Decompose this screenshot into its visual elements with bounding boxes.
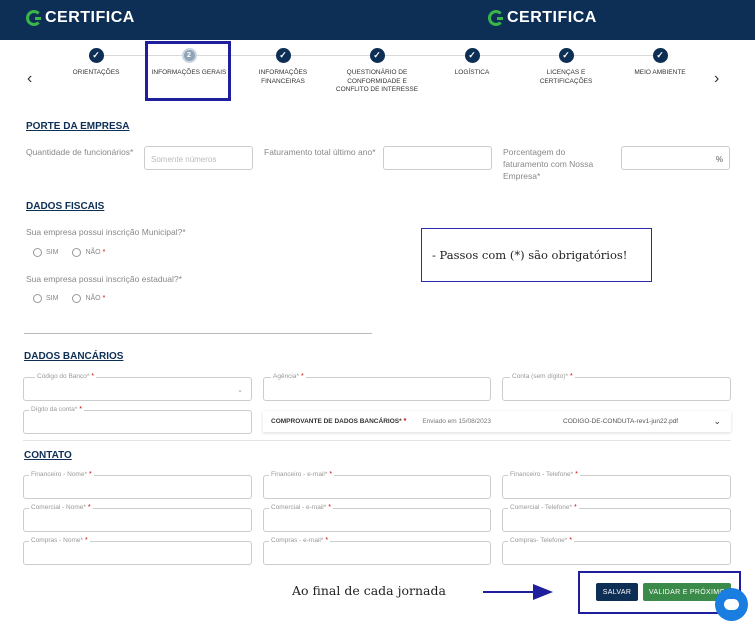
chevron-down-icon: ⌄: [237, 387, 243, 394]
chat-bubble-icon: [724, 599, 739, 610]
section-title-bancarios: DADOS BANCÁRIOS: [24, 351, 124, 362]
step-label: QUESTIONÁRIO DE CONFORMIDADE E CONFLITO …: [335, 69, 419, 93]
faturamento-input[interactable]: [383, 146, 492, 170]
financeiro-telefone-input[interactable]: [502, 475, 731, 499]
comercial-nome-input[interactable]: [23, 508, 252, 532]
step-label: LOGÍSTICA: [454, 69, 490, 76]
comercial-telefone-label: Comercial - Telefone* *: [508, 504, 579, 511]
step-orientacoes[interactable]: ✓ ORIENTAÇÕES: [51, 48, 141, 78]
compras-telefone-label: Compras- Telefone* *: [508, 537, 575, 544]
step-label: INFORMAÇÕES FINANCEIRAS: [258, 69, 308, 85]
porcentagem-input[interactable]: %: [621, 146, 730, 170]
check-icon: ✓: [464, 48, 480, 63]
step-meio-ambiente[interactable]: ✓ MEIO AMBIENTE: [615, 48, 705, 78]
digito-conta-label: Dígito da conta* *: [29, 406, 84, 413]
financeiro-nome-label: Financeiro - Nome* *: [29, 471, 94, 478]
radio-nao[interactable]: [72, 294, 82, 303]
radio-nao[interactable]: [72, 248, 82, 257]
chat-icon[interactable]: [715, 588, 748, 621]
check-icon: ✓: [275, 48, 291, 63]
section-title-contato: CONTATO: [24, 450, 72, 461]
comercial-nome-label: Comercial - Nome* *: [29, 504, 93, 511]
inscricao-estadual-label: Sua empresa possui inscrição estadual?*: [26, 274, 182, 284]
certifica-logo-icon: [26, 10, 42, 26]
financeiro-email-label: Financeiro - e-mail* *: [269, 471, 335, 478]
step-licencas[interactable]: ✓ LICENÇAS E CERTIFICAÇÕES: [521, 48, 611, 86]
certifica-logo-icon: [488, 10, 504, 26]
arrow-right-icon: [533, 584, 553, 600]
divider: [24, 333, 372, 334]
chevron-down-icon[interactable]: ⌄: [713, 416, 721, 427]
step-questionario[interactable]: ✓ QUESTIONÁRIO DE CONFORMIDADE E CONFLIT…: [332, 48, 422, 95]
inscricao-estadual-options: SIM NÃO *: [33, 294, 105, 303]
step-logistica[interactable]: ✓ LOGÍSTICA: [427, 48, 517, 78]
step-label: MEIO AMBIENTE: [634, 69, 686, 76]
logo-center: CERTIFICA: [488, 9, 597, 27]
check-icon: ✓: [558, 48, 574, 63]
check-icon: ✓: [369, 48, 385, 63]
funcionarios-input[interactable]: Somente números: [144, 146, 253, 170]
logo-left: CERTIFICA: [26, 9, 135, 27]
stepper: ‹ › ✓ ORIENTAÇÕES 2 INFORMAÇÕES GERAIS ✓…: [22, 40, 737, 108]
conta-label: Conta (sem dígito)* *: [510, 373, 575, 380]
agencia-label: Agência* *: [271, 373, 306, 380]
highlight-box-current-step: [145, 41, 231, 101]
step-label: ORIENTAÇÕES: [72, 69, 120, 76]
radio-sim[interactable]: [33, 294, 42, 303]
compras-telefone-input[interactable]: [502, 541, 731, 565]
comercial-email-input[interactable]: [263, 508, 491, 532]
check-icon: ✓: [652, 48, 668, 63]
prev-arrow-icon[interactable]: ‹: [27, 70, 32, 88]
digito-conta-input[interactable]: [23, 410, 252, 434]
radio-sim[interactable]: [33, 248, 42, 257]
conta-input[interactable]: [502, 377, 731, 401]
comercial-telefone-input[interactable]: [502, 508, 731, 532]
next-arrow-icon[interactable]: ›: [714, 70, 719, 88]
agencia-input[interactable]: [263, 377, 491, 401]
financeiro-nome-input[interactable]: [23, 475, 252, 499]
comprovante-upload-row[interactable]: COMPROVANTE DE DADOS BANCÁRIOS* * Enviado…: [263, 411, 731, 432]
divider: [23, 440, 731, 441]
comprovante-file[interactable]: CODIGO-DE-CONDUTA-rev1-jun22.pdf: [563, 418, 678, 425]
section-title-porte: PORTE DA EMPRESA: [26, 121, 130, 132]
inscricao-municipal-options: SIM NÃO *: [33, 248, 105, 257]
journey-annotation: Ao final de cada jornada: [292, 583, 446, 598]
section-title-fiscais: DADOS FISCAIS: [26, 201, 105, 212]
faturamento-label: Faturamento total último ano*: [264, 147, 376, 157]
funcionarios-label: Quantidade de funcionários*: [26, 147, 134, 157]
required-note: - Passos com (*) são obrigatórios!: [421, 228, 652, 282]
compras-nome-input[interactable]: [23, 541, 252, 565]
compras-email-label: Compras - e-mail* *: [269, 537, 331, 544]
comprovante-label: COMPROVANTE DE DADOS BANCÁRIOS* *: [271, 418, 407, 425]
inscricao-municipal-label: Sua empresa possui inscrição Municipal?*: [26, 227, 186, 237]
check-icon: ✓: [88, 48, 104, 63]
comercial-email-label: Comercial - e-mail* *: [269, 504, 333, 511]
financeiro-telefone-label: Financeiro - Telefone* *: [508, 471, 580, 478]
save-button[interactable]: SALVAR: [596, 583, 638, 601]
compras-email-input[interactable]: [263, 541, 491, 565]
step-label: LICENÇAS E CERTIFICAÇÕES: [539, 69, 593, 85]
comprovante-date: Enviado em 15/08/2023: [422, 418, 492, 425]
porcentagem-label: Porcentagem do faturamento com Nossa Emp…: [503, 147, 594, 181]
financeiro-email-input[interactable]: [263, 475, 491, 499]
codigo-banco-label: Código do Banco* *: [35, 373, 97, 380]
top-bar: CERTIFICA CERTIFICA: [0, 0, 755, 40]
compras-nome-label: Compras - Nome* *: [29, 537, 90, 544]
step-informacoes-financeiras[interactable]: ✓ INFORMAÇÕES FINANCEIRAS: [238, 48, 328, 86]
codigo-banco-select[interactable]: ⌄: [23, 377, 252, 401]
